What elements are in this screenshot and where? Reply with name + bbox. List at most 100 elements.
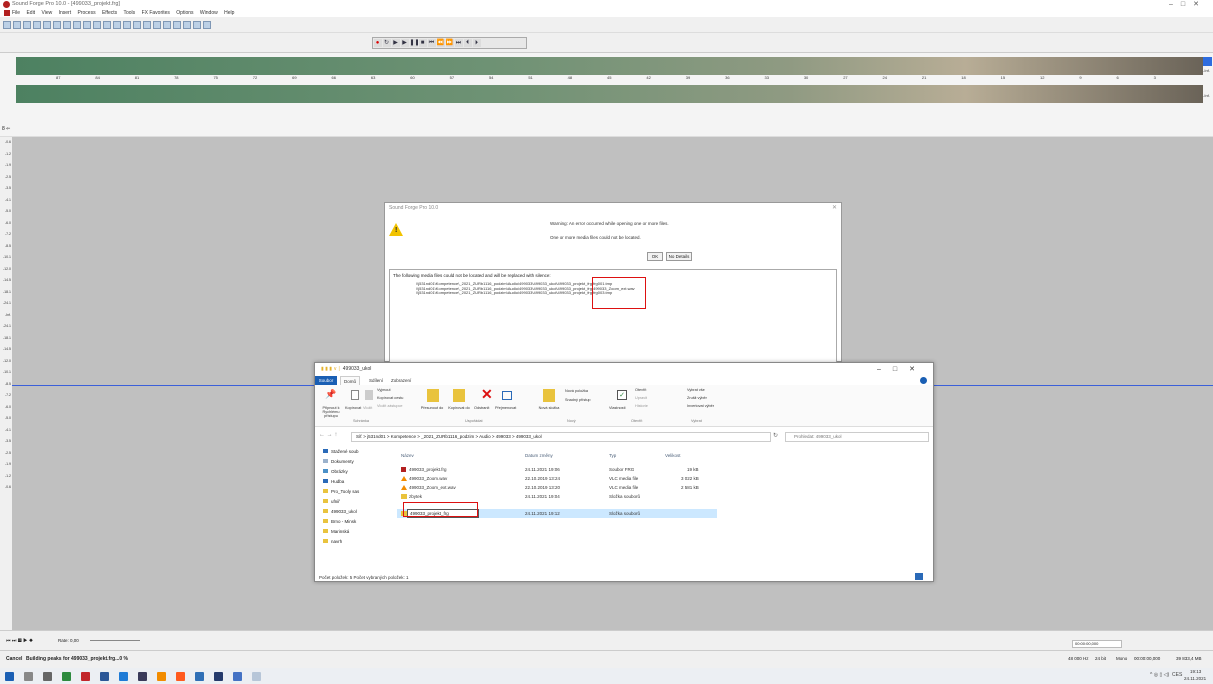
magnify-icon[interactable] bbox=[163, 21, 171, 29]
record-icon[interactable]: ● bbox=[373, 39, 382, 47]
menu-effects[interactable]: Effects bbox=[102, 10, 117, 16]
time-field[interactable]: 00:00:00,000 bbox=[1072, 640, 1122, 648]
search-input[interactable]: Prohledat: 499033_ukol bbox=[785, 432, 929, 442]
nav-item-downloads[interactable]: Stažené soub bbox=[315, 447, 390, 457]
new-icon[interactable] bbox=[3, 21, 11, 29]
pin-icon[interactable]: 📌 bbox=[325, 389, 336, 400]
zoom-level-icon[interactable]: 8 ⇐ bbox=[2, 126, 10, 132]
forward-icon[interactable]: ⏩ bbox=[445, 39, 454, 47]
copy-icon[interactable] bbox=[351, 390, 359, 400]
app-photo-icon[interactable] bbox=[195, 671, 204, 681]
prev-icon[interactable]: ⏴ bbox=[463, 39, 472, 47]
address-bar[interactable]: Síť > j531nd01 > Kompetence > _2021_ZURb… bbox=[351, 432, 771, 442]
clock-time[interactable]: 19:13 bbox=[1190, 669, 1201, 674]
cut-icon[interactable] bbox=[63, 21, 71, 29]
save-icon[interactable] bbox=[23, 21, 31, 29]
invert-selection-button[interactable]: Invertovat výběr bbox=[687, 404, 714, 408]
next-icon[interactable]: ⏵ bbox=[472, 39, 481, 47]
start-icon[interactable] bbox=[5, 671, 14, 681]
details-button[interactable]: No Details bbox=[666, 252, 692, 261]
vlc-icon[interactable] bbox=[157, 671, 166, 681]
copy-to-button[interactable]: Kopírovat do bbox=[447, 406, 471, 410]
nav-item-documents[interactable]: Dokumenty bbox=[315, 457, 390, 467]
menu-process[interactable]: Process bbox=[78, 10, 96, 16]
marker-icon[interactable] bbox=[183, 21, 191, 29]
properties-button[interactable]: Vlastnosti bbox=[609, 406, 625, 410]
go-start-icon[interactable]: ⏮ bbox=[427, 39, 436, 47]
menu-edit[interactable]: Edit bbox=[26, 10, 35, 16]
waveform-overview-top[interactable] bbox=[16, 57, 1203, 75]
new-item-button[interactable]: Nová položka bbox=[565, 389, 588, 393]
paste-shortcut-button[interactable]: Vložit zástupce bbox=[377, 404, 403, 408]
waveform-overview-bottom[interactable] bbox=[16, 85, 1203, 103]
easy-access-button[interactable]: Snadný přístup bbox=[565, 398, 591, 402]
go-end-icon[interactable]: ⏭ bbox=[454, 39, 463, 47]
open-button[interactable]: Otevřít bbox=[635, 388, 646, 392]
column-date[interactable]: Datum změny bbox=[525, 451, 553, 460]
select-none-button[interactable]: Zrušit výběr bbox=[687, 396, 707, 400]
pause-icon[interactable]: ❚❚ bbox=[409, 39, 420, 47]
new-folder-button[interactable]: Nová složka bbox=[537, 406, 561, 410]
explorer-window-controls[interactable]: –□✕ bbox=[877, 363, 927, 376]
window-controls[interactable]: –□✕ bbox=[1169, 0, 1207, 9]
trim-icon[interactable] bbox=[103, 21, 111, 29]
app-light-icon[interactable] bbox=[252, 671, 261, 681]
play-icon[interactable]: ▶ bbox=[400, 39, 409, 47]
edge-icon[interactable] bbox=[119, 671, 128, 681]
paste-label[interactable]: Vložit bbox=[363, 406, 372, 410]
copy-path-button[interactable]: Kopírovat cestu bbox=[377, 396, 403, 400]
tray-icons[interactable]: ^ ◎ ▯ ◁) bbox=[1150, 672, 1169, 678]
tab-view[interactable]: Zobrazení bbox=[391, 376, 411, 385]
copy-icon[interactable] bbox=[73, 21, 81, 29]
menu-file[interactable]: File bbox=[12, 10, 20, 16]
table-row[interactable]: 499033_projekt.frg 24.11.2021 19:06 Soub… bbox=[397, 465, 717, 474]
transport-mini-icons[interactable]: ⏮ ⏭ ▦ ▶ ◆ bbox=[6, 638, 33, 644]
refresh-icon[interactable]: ↻ bbox=[773, 432, 778, 439]
delete-button[interactable]: Odstranit bbox=[474, 406, 489, 410]
nav-item-music[interactable]: Hudba bbox=[315, 477, 390, 487]
copy-label[interactable]: Kopírovat bbox=[345, 406, 361, 410]
app-dark-icon[interactable] bbox=[138, 671, 147, 681]
nav-item-folder[interactable]: Brno - Minsk bbox=[315, 517, 390, 527]
menu-options[interactable]: Options bbox=[176, 10, 193, 16]
tray-language[interactable]: CES bbox=[1172, 672, 1182, 678]
properties-icon[interactable] bbox=[53, 21, 61, 29]
cancel-button[interactable]: Cancel bbox=[6, 656, 22, 662]
nav-item-folder[interactable]: 499033_ukol bbox=[315, 507, 390, 517]
menu-help[interactable]: Help bbox=[224, 10, 234, 16]
new-folder-icon[interactable] bbox=[543, 389, 555, 402]
paste-icon[interactable] bbox=[83, 21, 91, 29]
region-icon[interactable] bbox=[193, 21, 201, 29]
column-type[interactable]: Typ bbox=[609, 451, 616, 460]
edit-button[interactable]: Upravit bbox=[635, 396, 647, 400]
undo-icon[interactable] bbox=[123, 21, 131, 29]
rewind-icon[interactable]: ⏪ bbox=[436, 39, 445, 47]
menu-insert[interactable]: Insert bbox=[59, 10, 72, 16]
redo-icon[interactable] bbox=[133, 21, 141, 29]
pencil-icon[interactable] bbox=[173, 21, 181, 29]
close-icon[interactable]: ✕ bbox=[832, 203, 837, 214]
nav-arrows-icon[interactable]: ← → ↑ bbox=[319, 432, 337, 438]
pro-tools-icon[interactable] bbox=[214, 671, 223, 681]
nav-item-folder[interactable]: Pro_Tooly sas bbox=[315, 487, 390, 497]
ok-button[interactable]: OK bbox=[647, 252, 663, 261]
play-all-icon[interactable]: ▶ bbox=[391, 39, 400, 47]
stop-icon[interactable]: ■ bbox=[418, 39, 427, 47]
firefox-icon[interactable] bbox=[176, 671, 185, 681]
clock-date[interactable]: 24.11.2021 bbox=[1184, 676, 1206, 681]
open-icon[interactable] bbox=[13, 21, 21, 29]
properties-icon[interactable]: ✓ bbox=[617, 390, 627, 400]
select-all-button[interactable]: Vybrat vše bbox=[687, 388, 705, 392]
rename-button[interactable]: Přejmenovat bbox=[495, 406, 516, 410]
nav-item-folder[interactable]: navrh bbox=[315, 537, 390, 547]
zoom-icon[interactable] bbox=[153, 21, 161, 29]
menu-tools[interactable]: Tools bbox=[123, 10, 135, 16]
task-view-icon[interactable] bbox=[43, 671, 52, 681]
rate-slider[interactable] bbox=[90, 640, 140, 641]
crop-icon[interactable] bbox=[113, 21, 121, 29]
render-icon[interactable] bbox=[43, 21, 51, 29]
move-to-button[interactable]: Přesunout do bbox=[419, 406, 445, 410]
menu-fx-favorites[interactable]: FX Favorites bbox=[142, 10, 170, 16]
paste-icon[interactable] bbox=[365, 390, 373, 400]
table-row[interactable]: 499033_Zoom_ext.wav 22.10.2019 13:20 VLC… bbox=[397, 483, 717, 492]
